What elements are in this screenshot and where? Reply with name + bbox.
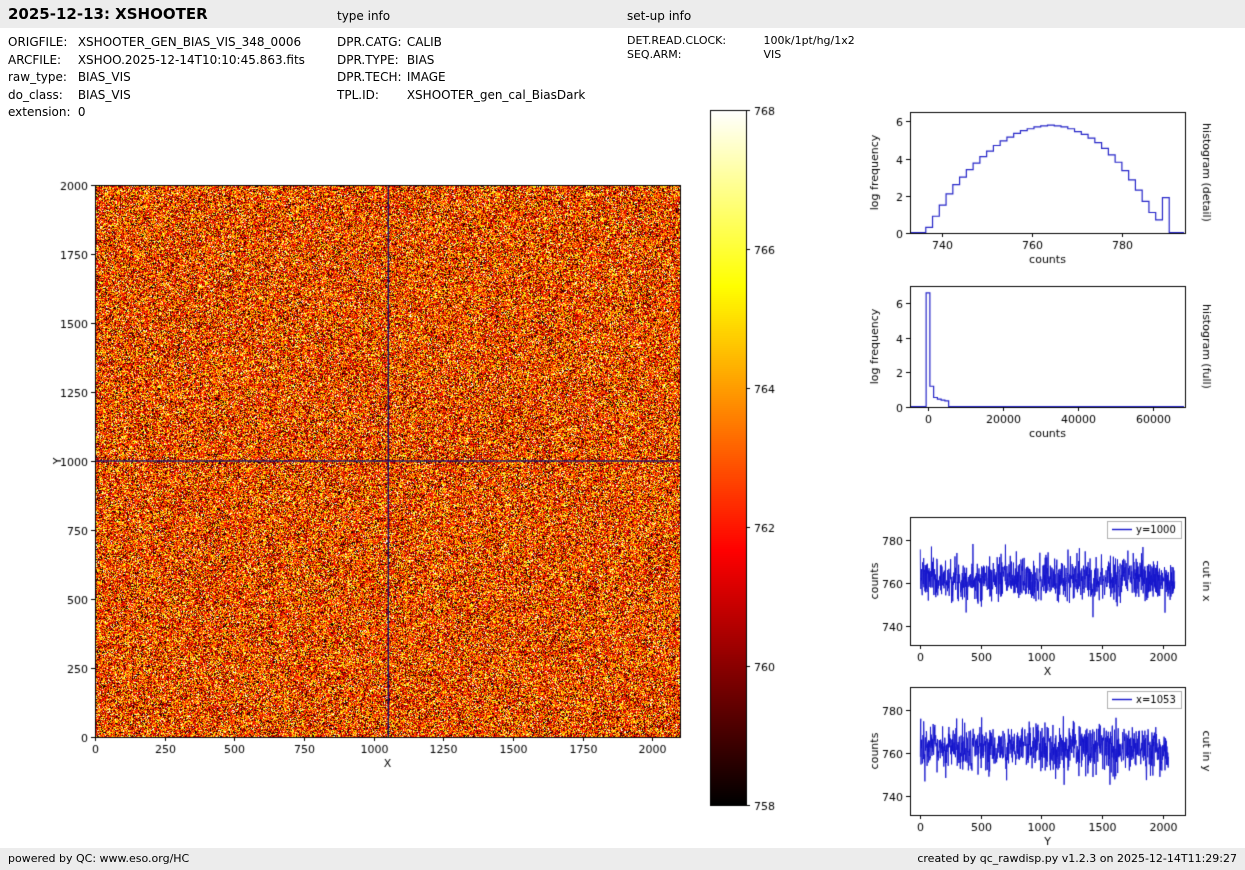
type-info-column: DPR.CATG: CALIB DPR.TYPE: BIAS DPR.TECH:… xyxy=(337,34,585,104)
metadata-row: do_class: BIAS_VIS xyxy=(8,87,305,105)
type-info-heading: type info xyxy=(337,9,390,23)
metadata-label: TPL.ID: xyxy=(337,87,403,105)
metadata-label: raw_type: xyxy=(8,69,74,87)
metadata-label: ARCFILE: xyxy=(8,52,74,70)
metadata-value: VIS xyxy=(764,48,782,61)
metadata-row: SEQ.ARM: VIS xyxy=(627,48,855,62)
setup-info-column: DET.READ.CLOCK: 100k/1pt/hg/1x2 SEQ.ARM:… xyxy=(627,34,855,62)
histogram-detail-plot xyxy=(868,98,1213,278)
metadata-label: SEQ.ARM: xyxy=(627,48,760,62)
metadata-value: BIAS_VIS xyxy=(78,70,131,84)
metadata-value: XSHOOTER_gen_cal_BiasDark xyxy=(407,88,586,102)
metadata-label: DPR.TECH: xyxy=(337,69,403,87)
metadata-row: DPR.TYPE: BIAS xyxy=(337,52,585,70)
metadata-row: ORIGFILE: XSHOOTER_GEN_BIAS_VIS_348_0006 xyxy=(8,34,305,52)
metadata-value: XSHOOTER_GEN_BIAS_VIS_348_0006 xyxy=(78,35,301,49)
metadata-label: extension: xyxy=(8,104,74,122)
footer-bar: powered by QC: www.eso.org/HC created by… xyxy=(0,848,1245,870)
metadata-value: BIAS_VIS xyxy=(78,88,131,102)
metadata-row: raw_type: BIAS_VIS xyxy=(8,69,305,87)
metadata-label: do_class: xyxy=(8,87,74,105)
header-bar: 2025-12-13: XSHOOTER type info set-up in… xyxy=(0,0,1245,28)
histogram-full-plot xyxy=(868,272,1213,452)
metadata-row: DPR.TECH: IMAGE xyxy=(337,69,585,87)
metadata-row: DPR.CATG: CALIB xyxy=(337,34,585,52)
metadata-row: TPL.ID: XSHOOTER_gen_cal_BiasDark xyxy=(337,87,585,105)
metadata-label: DPR.CATG: xyxy=(337,34,403,52)
metadata-value: CALIB xyxy=(407,35,442,49)
metadata-label: DET.READ.CLOCK: xyxy=(627,34,760,48)
metadata-value: BIAS xyxy=(407,53,435,67)
setup-info-heading: set-up info xyxy=(627,9,691,23)
metadata-value: 0 xyxy=(78,105,86,119)
file-info-column: ORIGFILE: XSHOOTER_GEN_BIAS_VIS_348_0006… xyxy=(8,34,305,122)
metadata-row: extension: 0 xyxy=(8,104,305,122)
qc-report-page: 2025-12-13: XSHOOTER type info set-up in… xyxy=(0,0,1245,870)
page-title: 2025-12-13: XSHOOTER xyxy=(8,5,208,23)
colorbar xyxy=(700,100,795,820)
cut-in-x-plot xyxy=(868,503,1213,683)
metadata-row: ARCFILE: XSHOO.2025-12-14T10:10:45.863.f… xyxy=(8,52,305,70)
metadata-label: DPR.TYPE: xyxy=(337,52,403,70)
metadata-value: IMAGE xyxy=(407,70,446,84)
cut-in-y-plot xyxy=(868,673,1213,853)
footer-created-by: created by qc_rawdisp.py v1.2.3 on 2025-… xyxy=(917,852,1237,865)
metadata-value: 100k/1pt/hg/1x2 xyxy=(764,34,855,47)
footer-qc-link: powered by QC: www.eso.org/HC xyxy=(8,852,189,865)
metadata-row: DET.READ.CLOCK: 100k/1pt/hg/1x2 xyxy=(627,34,855,48)
metadata-label: ORIGFILE: xyxy=(8,34,74,52)
metadata-value: XSHOO.2025-12-14T10:10:45.863.fits xyxy=(78,53,305,67)
bias-frame-image-plot xyxy=(35,170,695,792)
